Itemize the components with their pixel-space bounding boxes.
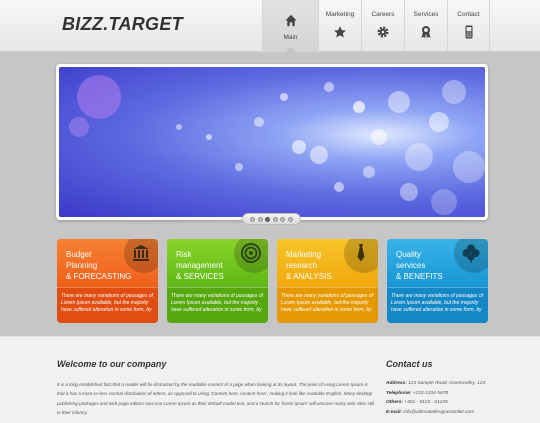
slider-dot-4[interactable]	[272, 216, 278, 222]
feature-box-risk[interactable]: Risk management & SERVICES There are many …	[167, 239, 268, 323]
feature-box-header: Budget Planning & FORECASTING	[57, 239, 158, 287]
bank-icon	[133, 245, 149, 261]
slider-dot-6[interactable]	[287, 216, 293, 222]
feature-box-budget[interactable]: Budget Planning & FORECASTING There are ma…	[57, 239, 158, 323]
feature-box-header: Marketing research & ANALYSIS	[277, 239, 378, 287]
nav-item-services[interactable]: Services	[404, 0, 447, 52]
nav-label-marketing: Marketing	[325, 11, 355, 18]
contact-title: Contact us	[386, 359, 433, 369]
clover-icon	[462, 244, 480, 263]
feature-box-header: Risk management & SERVICES	[167, 239, 268, 287]
feature-title: Marketing research & ANALYSIS	[286, 250, 332, 281]
slide-image-bokeh	[59, 67, 485, 217]
feature-text: There are many variations of passages of…	[277, 287, 378, 323]
slider-pagination	[242, 213, 301, 225]
slider-dot-5[interactable]	[280, 216, 286, 222]
nav-label-services: Services	[413, 11, 439, 18]
nav-label-contact: Contact	[457, 11, 480, 18]
feature-title: Quality services & BENEFITS	[396, 250, 443, 281]
main-nav: Main Marketing Careers Services Contact	[262, 0, 490, 53]
image-slider	[56, 64, 488, 220]
award-icon	[421, 26, 431, 39]
nav-active-notch	[285, 48, 296, 53]
home-icon	[284, 14, 297, 27]
contact-telephone: Telephone: +123-1234-5678	[386, 390, 449, 396]
feature-text: There are many variations of passages of…	[57, 287, 158, 323]
slider-dot-1[interactable]	[250, 216, 256, 222]
feature-text: There are many variations of passages of…	[167, 287, 268, 323]
slider-dot-3[interactable]	[265, 216, 271, 222]
feature-text: There are many variations of passages of…	[387, 287, 488, 323]
nav-item-marketing[interactable]: Marketing	[318, 0, 361, 52]
contact-address: Address: 123 Sample Road, Greenvalley, 1…	[386, 381, 486, 386]
feature-title: Budget Planning & FORECASTING	[66, 250, 132, 281]
welcome-body: It is a long established fact that a rea…	[57, 382, 375, 415]
feature-title: Risk management & SERVICES	[176, 250, 224, 281]
feature-box-quality[interactable]: Quality services & BENEFITS There are many…	[387, 239, 488, 323]
phone-icon	[465, 25, 472, 39]
bokeh-lights	[69, 75, 485, 215]
nav-item-main[interactable]: Main	[262, 0, 318, 53]
logo[interactable]: BIZZ.TARGET	[62, 14, 183, 35]
target-icon	[241, 243, 261, 263]
nav-label-careers: Careers	[371, 11, 395, 18]
footer-section: Welcome to our company It is a long esta…	[0, 336, 540, 423]
nav-item-contact[interactable]: Contact	[447, 0, 490, 52]
nav-item-careers[interactable]: Careers	[361, 0, 404, 52]
contact-details: Address: 123 Sample Road, Greenvalley, 1…	[386, 379, 485, 418]
contact-others: Others: +301 - 0123 - 01235	[386, 400, 448, 406]
gear-icon	[377, 26, 389, 38]
star-icon	[334, 26, 346, 38]
tie-icon	[357, 244, 365, 262]
nav-label-main: Main	[283, 34, 298, 41]
feature-box-header: Quality services & BENEFITS	[387, 239, 488, 287]
contact-email[interactable]: E-mail: info@ultimatedesignertoolkit.com	[386, 408, 485, 418]
feature-box-marketing[interactable]: Marketing research & ANALYSIS There are ma…	[277, 239, 378, 323]
welcome-title: Welcome to our company	[57, 359, 167, 369]
site-header: BIZZ.TARGET Main Marketing Careers Servi…	[0, 0, 540, 53]
slider-dot-2[interactable]	[257, 216, 263, 222]
